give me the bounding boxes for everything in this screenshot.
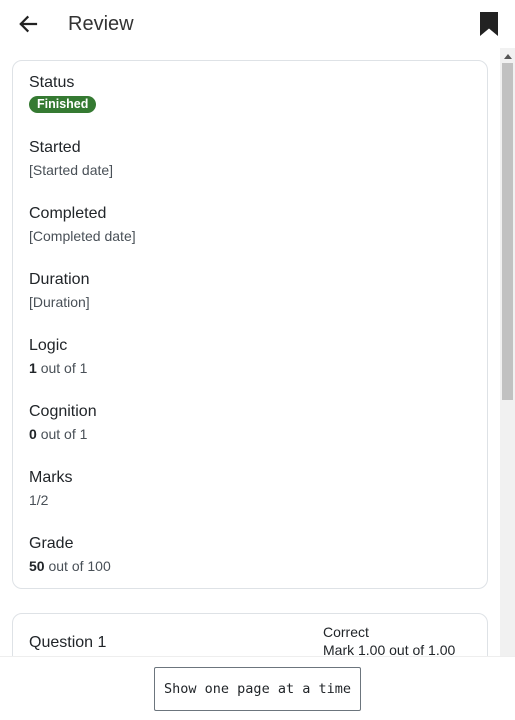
grade-row: Grade 50 out of 100 bbox=[29, 534, 111, 575]
question-state-text: Correct bbox=[323, 624, 369, 640]
app-header: Review bbox=[0, 0, 515, 48]
cognition-suffix: out of 1 bbox=[40, 426, 88, 442]
arrow-left-icon bbox=[19, 15, 38, 33]
marks-row: Marks 1/2 bbox=[29, 468, 73, 509]
logic-label: Logic bbox=[29, 337, 68, 354]
status-badge: Finished bbox=[29, 96, 97, 113]
duration-label: Duration bbox=[29, 271, 90, 288]
bookmark-button[interactable] bbox=[476, 9, 502, 39]
grade-value: 50 out of 100 bbox=[29, 557, 111, 575]
started-value: [Started date] bbox=[29, 162, 114, 178]
question-title: Question 1 bbox=[29, 634, 107, 651]
cognition-row: Cognition 0 out of 1 bbox=[29, 402, 97, 443]
logic-value: 1 out of 1 bbox=[29, 359, 87, 377]
completed-label: Completed bbox=[29, 205, 107, 222]
started-row: Started [Started date] bbox=[29, 138, 113, 179]
grade-label: Grade bbox=[29, 535, 74, 552]
scroll-up-arrow[interactable] bbox=[500, 48, 515, 63]
duration-row: Duration [Duration] bbox=[29, 270, 90, 311]
logic-row: Logic 1 out of 1 bbox=[29, 336, 87, 377]
attempt-summary-card: Status Finished Started [Started date] C… bbox=[12, 60, 488, 589]
back-button[interactable] bbox=[14, 10, 42, 38]
cognition-score: 0 bbox=[29, 426, 37, 442]
page-title: Review bbox=[68, 13, 134, 35]
marks-value: 1/2 bbox=[29, 492, 49, 508]
status-label: Status bbox=[29, 74, 75, 91]
completed-row: Completed [Completed date] bbox=[29, 204, 136, 245]
started-label: Started bbox=[29, 139, 81, 156]
duration-value: [Duration] bbox=[29, 294, 90, 310]
cognition-value: 0 out of 1 bbox=[29, 425, 97, 443]
vertical-scrollbar[interactable] bbox=[500, 48, 515, 656]
logic-score: 1 bbox=[29, 360, 37, 376]
grade-score: 50 bbox=[29, 558, 45, 574]
scroll-thumb[interactable] bbox=[502, 63, 513, 400]
question-state: Correct Mark 1.00 out of 1.00 bbox=[323, 623, 455, 656]
logic-suffix: out of 1 bbox=[40, 360, 88, 376]
review-content: Status Finished Started [Started date] C… bbox=[0, 48, 500, 656]
question-mark-text: Mark 1.00 out of 1.00 bbox=[323, 642, 456, 656]
grade-suffix: out of 100 bbox=[48, 558, 111, 574]
triangle-up-icon bbox=[503, 53, 512, 59]
cognition-label: Cognition bbox=[29, 403, 97, 420]
completed-value: [Completed date] bbox=[29, 228, 136, 244]
show-one-page-button[interactable]: Show one page at a time bbox=[154, 667, 361, 711]
bookmark-icon bbox=[480, 12, 498, 36]
question-card: Question 1 Correct Mark 1.00 out of 1.00 bbox=[12, 613, 488, 656]
page-footer: Show one page at a time bbox=[0, 656, 515, 720]
marks-label: Marks bbox=[29, 469, 73, 486]
status-row: Status Finished bbox=[29, 73, 97, 113]
